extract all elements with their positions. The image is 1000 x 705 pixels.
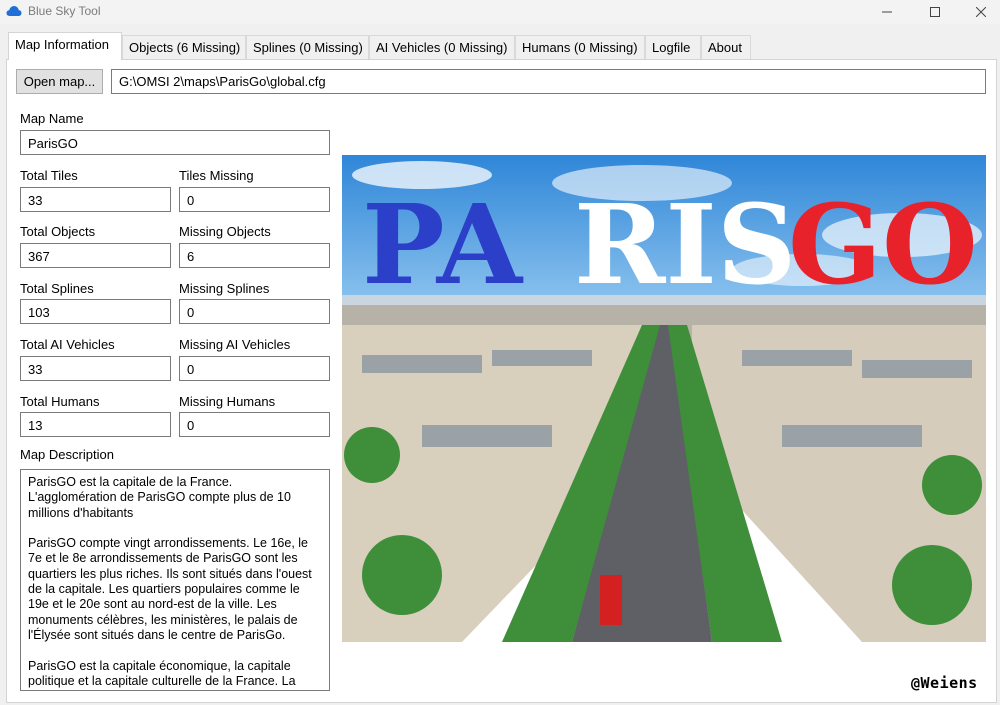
map-path-field[interactable]: G:\OMSI 2\maps\ParisGo\global.cfg: [111, 69, 986, 94]
missing-humans-label: Missing Humans: [179, 394, 276, 409]
map-description-textarea[interactable]: ParisGO est la capitale de la France. L'…: [20, 469, 330, 691]
logo-text-pa: PA: [362, 180, 524, 309]
total-tiles-label: Total Tiles: [20, 168, 78, 183]
close-button[interactable]: [958, 0, 1000, 24]
missing-splines-field[interactable]: 0: [179, 299, 330, 324]
missing-objects-field[interactable]: 6: [179, 243, 330, 268]
missing-splines-label: Missing Splines: [179, 281, 270, 296]
total-splines-label: Total Splines: [20, 281, 94, 296]
tab-label: About: [708, 40, 742, 55]
map-name-field[interactable]: ParisGO: [20, 130, 330, 155]
total-ai-vehicles-label: Total AI Vehicles: [20, 337, 115, 352]
description-paragraph: ParisGO est la capitale économique, la c…: [28, 658, 296, 688]
tab-ai-vehicles[interactable]: AI Vehicles (0 Missing): [369, 35, 515, 59]
total-splines-field[interactable]: 103: [20, 299, 171, 324]
description-paragraph: ParisGO compte vingt arrondissements. Le…: [28, 536, 312, 642]
total-humans-field[interactable]: 13: [20, 412, 171, 437]
tab-label: Map Information: [15, 37, 109, 52]
total-humans-label: Total Humans: [20, 394, 100, 409]
tiles-missing-field[interactable]: 0: [179, 187, 330, 212]
tab-label: AI Vehicles (0 Missing): [376, 40, 508, 55]
tab-about[interactable]: About: [701, 35, 751, 59]
map-preview-image: PA RIS GO: [342, 155, 986, 642]
total-tiles-field[interactable]: 33: [20, 187, 171, 212]
paris-avenue-illustration: PA RIS GO: [342, 155, 986, 642]
tab-logfile[interactable]: Logfile: [645, 35, 701, 59]
map-description-label: Map Description: [20, 447, 114, 462]
logo-text-ris: RIS: [574, 180, 796, 309]
tab-humans[interactable]: Humans (0 Missing): [515, 35, 645, 59]
watermark-text: @Weiens: [911, 674, 978, 692]
missing-ai-vehicles-label: Missing AI Vehicles: [179, 337, 291, 352]
minimize-button[interactable]: [864, 0, 910, 24]
total-objects-label: Total Objects: [20, 224, 96, 239]
tab-objects[interactable]: Objects (6 Missing): [122, 35, 246, 59]
minimize-icon: [882, 11, 892, 13]
missing-ai-vehicles-field[interactable]: 0: [179, 356, 330, 381]
tab-label: Splines (0 Missing): [253, 40, 363, 55]
description-paragraph: ParisGO est la capitale de la France. L'…: [28, 475, 291, 520]
open-map-button[interactable]: Open map...: [16, 69, 103, 94]
tab-label: Humans (0 Missing): [522, 40, 638, 55]
tab-label: Objects (6 Missing): [129, 40, 241, 55]
tab-label: Logfile: [652, 40, 691, 55]
maximize-icon: [930, 7, 940, 17]
tab-map-information[interactable]: Map Information: [8, 32, 122, 60]
total-objects-field[interactable]: 367: [20, 243, 171, 268]
close-icon: [976, 7, 986, 17]
cloud-icon: [6, 6, 22, 16]
tab-splines[interactable]: Splines (0 Missing): [246, 35, 369, 59]
total-ai-vehicles-field[interactable]: 33: [20, 356, 171, 381]
map-name-label: Map Name: [20, 111, 84, 126]
logo-text-go: GO: [788, 180, 978, 309]
missing-objects-label: Missing Objects: [179, 224, 271, 239]
missing-humans-field[interactable]: 0: [179, 412, 330, 437]
maximize-button[interactable]: [912, 0, 958, 24]
title-bar: Blue Sky Tool: [0, 0, 1000, 24]
tiles-missing-label: Tiles Missing: [179, 168, 254, 183]
window-title: Blue Sky Tool: [28, 4, 101, 18]
